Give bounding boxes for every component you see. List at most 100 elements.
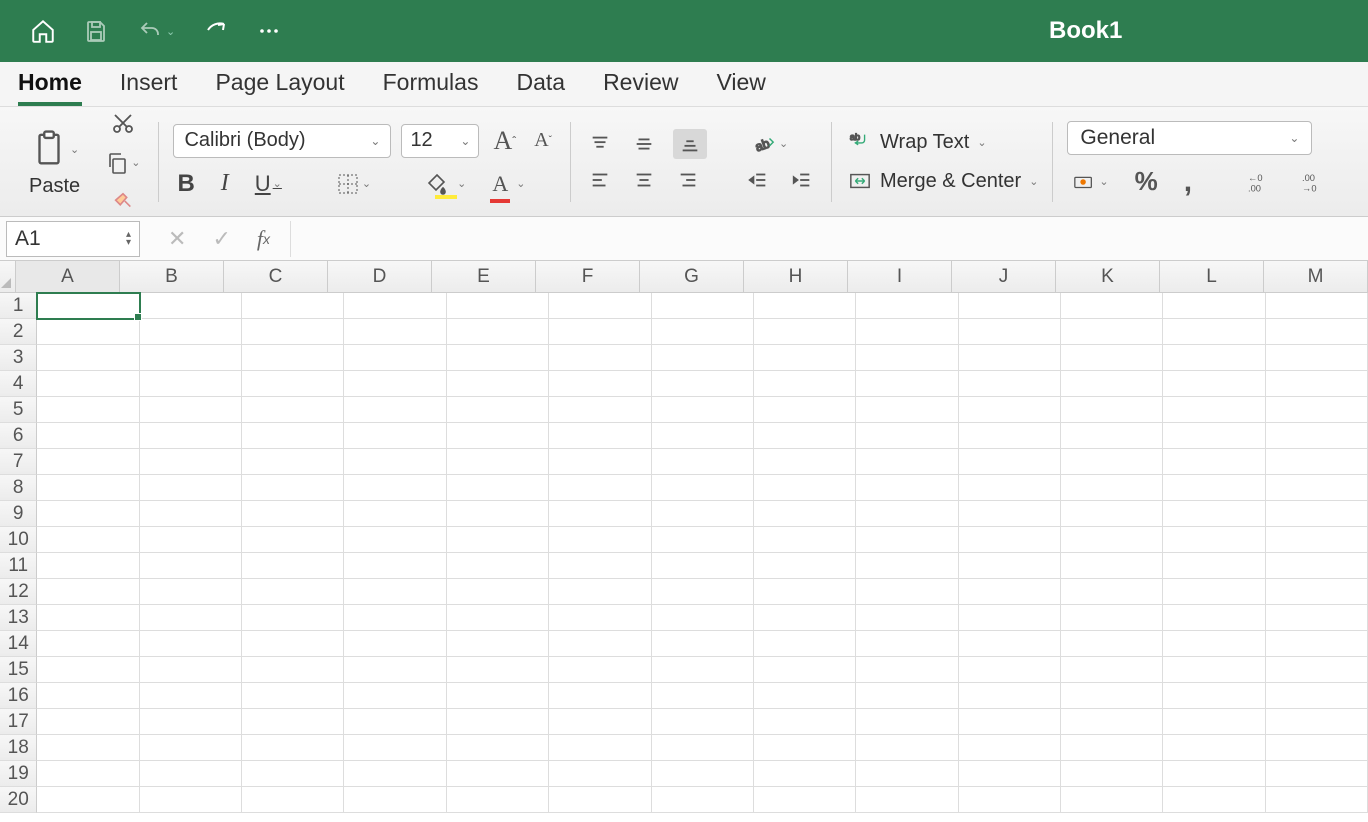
cell[interactable] <box>242 735 344 761</box>
column-header[interactable]: F <box>536 261 640 293</box>
cell[interactable] <box>652 579 754 605</box>
cell[interactable] <box>754 605 856 631</box>
cell[interactable] <box>1266 605 1368 631</box>
cell[interactable] <box>652 501 754 527</box>
cell[interactable] <box>549 501 651 527</box>
cell[interactable] <box>1061 709 1163 735</box>
cell[interactable] <box>37 293 139 319</box>
cell[interactable] <box>652 787 754 813</box>
cell[interactable] <box>140 787 242 813</box>
cell[interactable] <box>856 553 958 579</box>
cell[interactable] <box>242 475 344 501</box>
cell[interactable] <box>447 423 549 449</box>
tab-data[interactable]: Data <box>516 61 565 106</box>
row-header[interactable]: 13 <box>0 605 37 631</box>
cell[interactable] <box>1163 761 1265 787</box>
tab-insert[interactable]: Insert <box>120 61 178 106</box>
cell[interactable] <box>344 397 446 423</box>
cell[interactable] <box>754 423 856 449</box>
align-left-icon[interactable] <box>585 165 615 195</box>
row-header[interactable]: 6 <box>0 423 37 449</box>
cell[interactable] <box>1266 293 1368 319</box>
cell[interactable] <box>959 319 1061 345</box>
cell[interactable] <box>652 527 754 553</box>
tab-review[interactable]: Review <box>603 61 678 106</box>
cell[interactable] <box>447 631 549 657</box>
cell[interactable] <box>140 397 242 423</box>
cell[interactable] <box>37 319 139 345</box>
name-box[interactable]: A1 ▴▾ <box>6 221 140 257</box>
cell[interactable] <box>1061 423 1163 449</box>
cell[interactable] <box>242 345 344 371</box>
currency-icon[interactable]: ⌄ <box>1067 167 1112 197</box>
cell[interactable] <box>959 631 1061 657</box>
cell[interactable] <box>1061 293 1163 319</box>
cell[interactable] <box>447 345 549 371</box>
cell[interactable] <box>242 397 344 423</box>
cell[interactable] <box>37 501 139 527</box>
cell[interactable] <box>754 579 856 605</box>
cell[interactable] <box>1266 423 1368 449</box>
cell[interactable] <box>344 657 446 683</box>
column-header[interactable]: M <box>1264 261 1368 293</box>
increase-indent-icon[interactable] <box>787 165 817 195</box>
row-header[interactable]: 1 <box>0 293 37 319</box>
row-header[interactable]: 11 <box>0 553 37 579</box>
cell[interactable] <box>344 553 446 579</box>
cell[interactable] <box>856 501 958 527</box>
orientation-icon[interactable]: ab ⌄ <box>747 129 792 159</box>
cell[interactable] <box>856 761 958 787</box>
cell[interactable] <box>959 527 1061 553</box>
cell[interactable] <box>242 423 344 449</box>
cell[interactable] <box>447 293 549 319</box>
cell[interactable] <box>754 345 856 371</box>
cell[interactable] <box>242 709 344 735</box>
percent-icon[interactable]: % <box>1131 162 1162 201</box>
cell[interactable] <box>652 423 754 449</box>
align-bottom-icon[interactable] <box>673 129 707 159</box>
cell[interactable] <box>242 371 344 397</box>
cell[interactable] <box>1163 787 1265 813</box>
cell[interactable] <box>856 475 958 501</box>
cell[interactable] <box>549 631 651 657</box>
formula-input[interactable] <box>290 221 1368 257</box>
cell[interactable] <box>1266 319 1368 345</box>
decrease-font-icon[interactable]: Aˇ <box>530 125 556 156</box>
cell[interactable] <box>37 397 139 423</box>
cell[interactable] <box>344 605 446 631</box>
paste-icon[interactable]: ⌄ <box>26 125 83 173</box>
cell[interactable] <box>1266 345 1368 371</box>
cell[interactable] <box>549 553 651 579</box>
column-header[interactable]: G <box>640 261 744 293</box>
cell[interactable] <box>959 501 1061 527</box>
row-header[interactable]: 4 <box>0 371 37 397</box>
cell[interactable] <box>140 527 242 553</box>
cell[interactable] <box>959 657 1061 683</box>
cell[interactable] <box>140 605 242 631</box>
row-header[interactable]: 3 <box>0 345 37 371</box>
cell[interactable] <box>652 293 754 319</box>
cell[interactable] <box>37 787 139 813</box>
column-header[interactable]: I <box>848 261 952 293</box>
cell[interactable] <box>140 293 242 319</box>
cell[interactable] <box>856 449 958 475</box>
cell[interactable] <box>856 657 958 683</box>
cell[interactable] <box>242 293 344 319</box>
cell[interactable] <box>37 631 139 657</box>
cell[interactable] <box>344 293 446 319</box>
row-header[interactable]: 16 <box>0 683 37 709</box>
cell[interactable] <box>447 787 549 813</box>
cell[interactable] <box>140 449 242 475</box>
cell[interactable] <box>652 657 754 683</box>
cell[interactable] <box>1163 397 1265 423</box>
cell[interactable] <box>652 631 754 657</box>
cell[interactable] <box>140 371 242 397</box>
row-header[interactable]: 20 <box>0 787 37 813</box>
cell[interactable] <box>1266 735 1368 761</box>
decrease-decimal-icon[interactable]: .00→0 <box>1298 166 1334 198</box>
cell[interactable] <box>447 527 549 553</box>
cell[interactable] <box>856 397 958 423</box>
row-header[interactable]: 12 <box>0 579 37 605</box>
cell[interactable] <box>242 657 344 683</box>
cell[interactable] <box>652 709 754 735</box>
